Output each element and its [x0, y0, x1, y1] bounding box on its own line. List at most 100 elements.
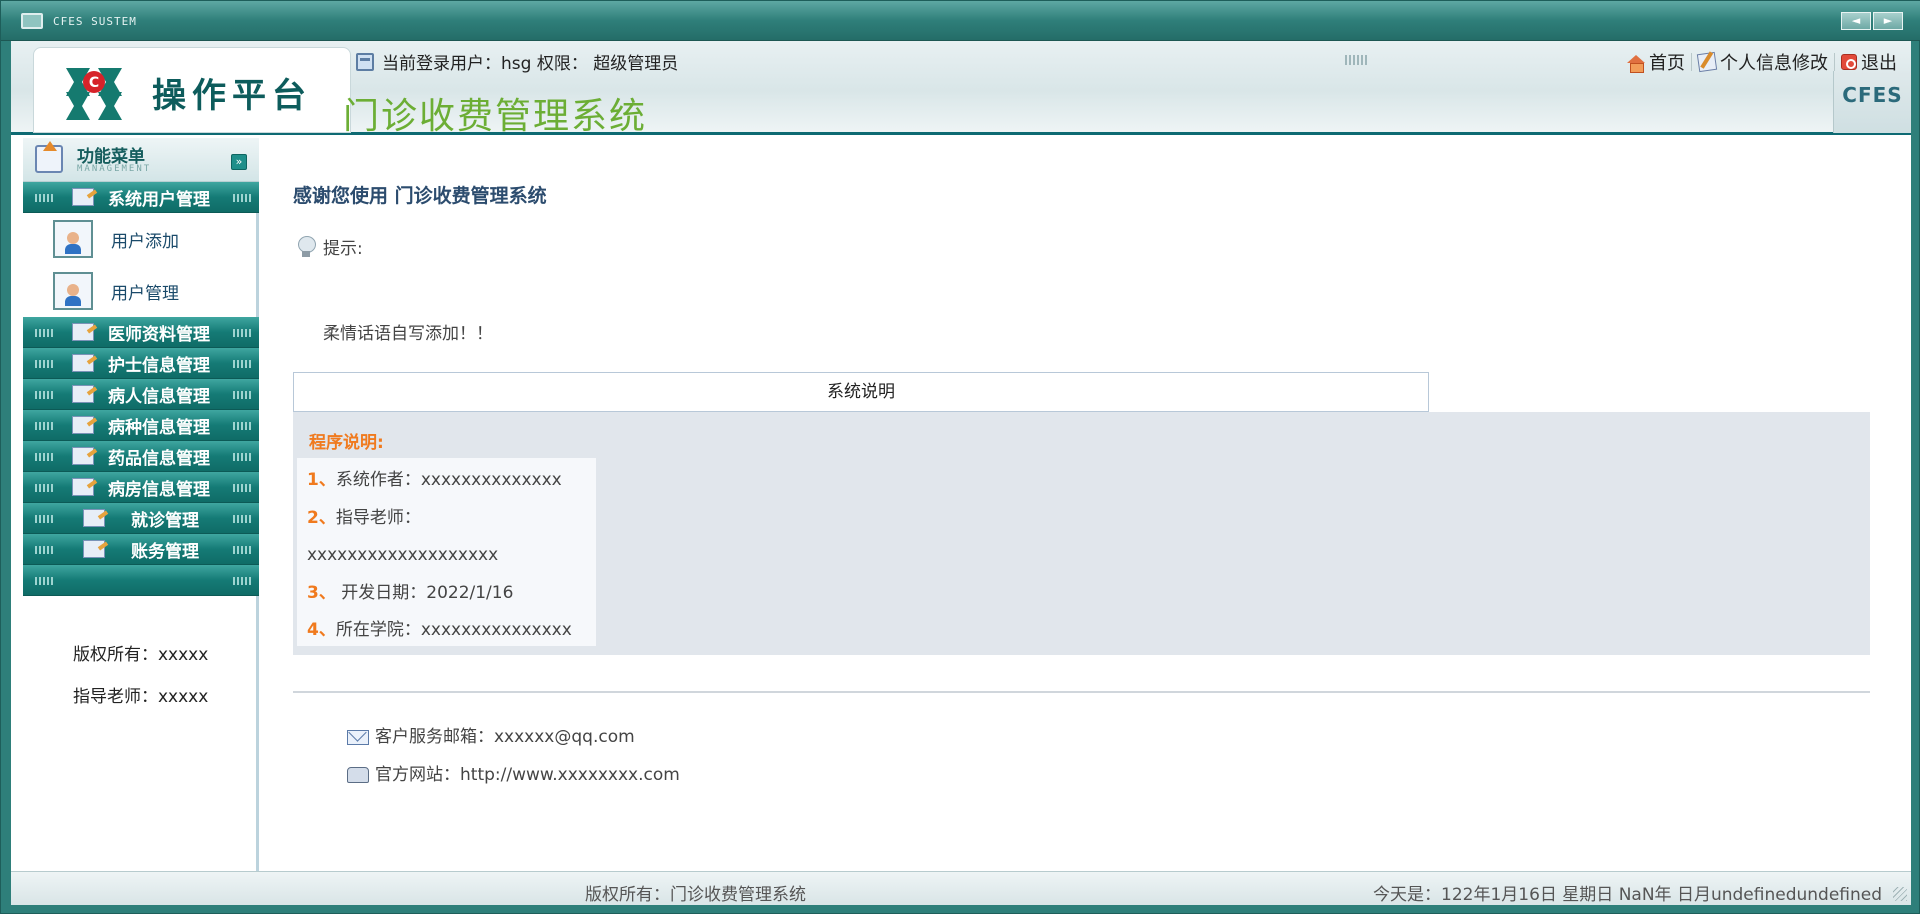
menu-group-doctors[interactable]: 医师资料管理 — [23, 317, 259, 348]
grip-left — [35, 484, 53, 492]
system-info-panel: 程序说明: 1、系统作者：xxxxxxxxxxxxxx 2、指导老师： xxxx… — [293, 412, 1870, 655]
menu-group-label: 药品信息管理 — [108, 448, 210, 469]
grip-right — [233, 515, 251, 523]
info-text: 指导老师： — [335, 507, 421, 528]
header: C 操作平台 当前登录用户：hsg 权限： 超级管理员 门诊收费管理系统 首页 … — [11, 41, 1911, 137]
user-window-icon — [356, 52, 374, 71]
profile-link[interactable]: 个人信息修改 — [1692, 49, 1834, 75]
menu-group-drugs[interactable]: 药品信息管理 — [23, 441, 259, 472]
info-text: 所在学院：xxxxxxxxxxxxxxx — [335, 620, 572, 640]
grip-right — [233, 194, 251, 202]
email-text[interactable]: 客户服务邮箱：xxxxxx@qq.com — [375, 718, 635, 756]
sidebar-teacher: 指导老师：xxxxx — [73, 687, 209, 707]
grip-right — [233, 546, 251, 554]
main-content: 感谢您使用 门诊收费管理系统 提示: 柔情话语自写添加！！ 系统说明 程序说明:… — [265, 138, 1911, 871]
grip-right — [233, 484, 251, 492]
info-row: 2、指导老师： — [307, 500, 586, 538]
sub-item-label: 用户管理 — [111, 283, 179, 304]
window-title: CFES SUSTEM — [53, 15, 137, 28]
menu-group-patients[interactable]: 病人信息管理 — [23, 379, 259, 410]
prev-button[interactable]: ◄ — [1841, 12, 1871, 30]
menu-group-icon — [83, 509, 105, 527]
menu-group-wards[interactable]: 病房信息管理 — [23, 472, 259, 503]
grip-left — [35, 360, 53, 368]
email-row: 客户服务邮箱：xxxxxx@qq.com — [347, 718, 680, 756]
grip-left — [35, 329, 53, 337]
grip-left — [35, 546, 53, 554]
welcome-heading: 感谢您使用 门诊收费管理系统 — [293, 185, 547, 207]
logo-text: 操作平台 — [152, 76, 312, 116]
info-row: xxxxxxxxxxxxxxxxxxx — [307, 537, 586, 575]
grip-right — [233, 329, 251, 337]
sub-item-add-user[interactable]: 用户添加 — [23, 213, 259, 265]
user-card-icon — [53, 272, 93, 310]
menu-group-icon — [72, 323, 94, 341]
phone-icon — [347, 767, 369, 783]
menu-header: 功能菜单 MANAGEMENT » — [23, 138, 259, 182]
body-area: 功能菜单 MANAGEMENT » 系统用户管理 用户添加 用户管理 医师资料管… — [11, 135, 1911, 871]
status-date: 今天是：122年1月16日 星期日 NaN年 日月undefinedundefi… — [1373, 885, 1883, 905]
info-text: xxxxxxxxxxxxxxxxxxx — [307, 545, 499, 565]
menu-group-label: 系统用户管理 — [108, 189, 210, 210]
resize-grip-icon[interactable] — [1893, 887, 1907, 901]
grip-left — [35, 577, 53, 585]
user-card-icon — [53, 220, 93, 258]
bank-logo-icon: C — [66, 68, 122, 120]
program-title: 程序说明: — [309, 433, 384, 453]
info-text: 开发日期：2022/1/16 — [335, 582, 514, 603]
collapse-menu-icon[interactable]: » — [231, 154, 247, 170]
contacts: 客户服务邮箱：xxxxxx@qq.com 官方网站：http://www.xxx… — [347, 718, 680, 794]
menu-group-label: 就诊管理 — [131, 510, 199, 531]
grip-right — [233, 391, 251, 399]
menu-group-diseases[interactable]: 病种信息管理 — [23, 410, 259, 441]
sub-item-manage-users[interactable]: 用户管理 — [23, 265, 259, 317]
grip-right — [233, 453, 251, 461]
menu-group-icon — [72, 447, 94, 465]
menu-group-visits[interactable]: 就诊管理 — [23, 503, 259, 534]
menu-group-nurses[interactable]: 护士信息管理 — [23, 348, 259, 379]
menu-group-label: 医师资料管理 — [108, 324, 210, 345]
status-copyright: 版权所有：门诊收费管理系统 — [585, 885, 806, 905]
menu-group-label: 护士信息管理 — [108, 355, 210, 376]
grip-right — [233, 577, 251, 585]
info-row: 1、系统作者：xxxxxxxxxxxxxx — [307, 462, 586, 500]
logo-area: C 操作平台 — [33, 47, 351, 133]
lightbulb-icon — [297, 235, 316, 258]
profile-link-label: 个人信息修改 — [1720, 53, 1828, 74]
divider — [293, 691, 1870, 693]
info-row: 3、 开发日期：2022/1/16 — [307, 575, 586, 613]
grip-left — [35, 422, 53, 430]
title-bar: CFES SUSTEM ◄ ► — [1, 1, 1920, 41]
website-text[interactable]: 官方网站：http://www.xxxxxxxx.com — [375, 756, 680, 794]
edit-profile-icon — [1696, 51, 1718, 73]
grip-right — [233, 422, 251, 430]
status-bar: 版权所有：门诊收费管理系统 今天是：122年1月16日 星期日 NaN年 日月u… — [11, 871, 1911, 905]
svg-text:C: C — [89, 75, 99, 91]
logout-icon — [1841, 54, 1857, 70]
grip-left — [35, 453, 53, 461]
tip: 提示: — [297, 234, 363, 259]
mail-icon — [347, 729, 369, 745]
menu-subtitle: MANAGEMENT — [77, 164, 152, 174]
sub-item-label: 用户添加 — [111, 231, 179, 252]
header-grip — [1345, 55, 1367, 65]
window-icon — [21, 13, 43, 29]
menu-group-system-users[interactable]: 系统用户管理 — [23, 182, 259, 213]
home-link-label: 首页 — [1649, 53, 1685, 74]
next-button[interactable]: ► — [1873, 12, 1903, 30]
grip-right — [233, 360, 251, 368]
login-info: 当前登录用户：hsg 权限： 超级管理员 — [356, 49, 678, 74]
home-link[interactable]: 首页 — [1621, 49, 1691, 75]
website-row: 官方网站：http://www.xxxxxxxx.com — [347, 756, 680, 794]
menu-group-accounts[interactable]: 账务管理 — [23, 534, 259, 565]
menu-group-label: 病房信息管理 — [108, 479, 210, 500]
info-number: 2、 — [307, 507, 336, 528]
info-number: 3、 — [307, 582, 336, 603]
menu-group-label: 病种信息管理 — [108, 417, 210, 438]
menu-group-label: 账务管理 — [131, 541, 199, 562]
system-info-header: 系统说明 — [293, 372, 1429, 412]
cfes-badge: CFES — [1833, 71, 1911, 133]
menu-group-icon — [83, 540, 105, 558]
menu-footer-bar — [23, 565, 259, 596]
menu-upload-icon — [35, 141, 63, 173]
